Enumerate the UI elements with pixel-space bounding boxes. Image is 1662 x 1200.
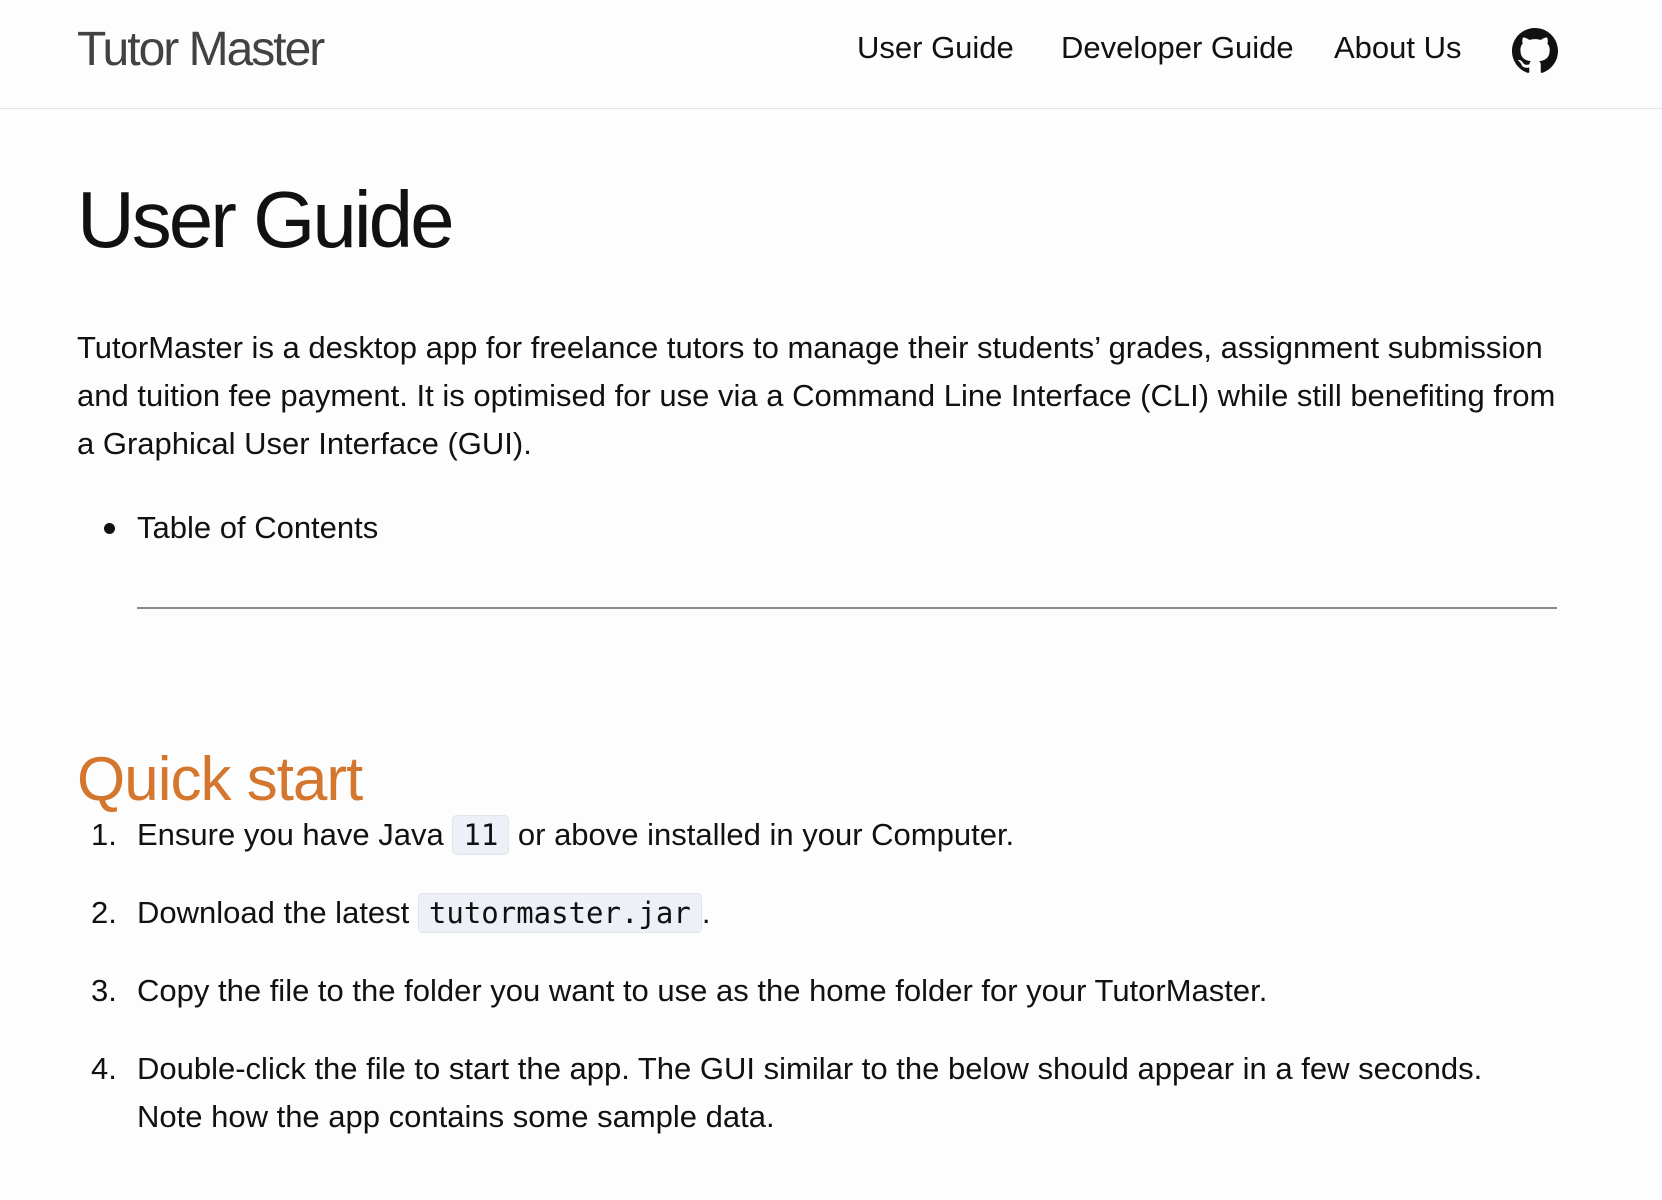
divider	[137, 607, 1557, 609]
step-text: Ensure you have Java 11 or above install…	[137, 811, 1507, 859]
java-version-code: 11	[452, 815, 510, 855]
nav-developer-guide[interactable]: Developer Guide	[1061, 30, 1294, 66]
site-header: Tutor Master User Guide Developer Guide …	[0, 0, 1662, 109]
jar-filename-code: tutormaster.jar	[417, 893, 702, 933]
step-text-before: Ensure you have Java	[137, 817, 453, 852]
bullet-icon	[104, 523, 115, 534]
nav-about-us[interactable]: About Us	[1334, 30, 1462, 66]
toc-link[interactable]: Table of Contents	[137, 510, 378, 545]
step-text: Download the latest tutormaster.jar.	[137, 889, 1507, 937]
step-text-after: .	[701, 895, 711, 930]
step-text-after: or above installed in your Computer.	[509, 817, 1015, 852]
step-number: 1.	[91, 817, 117, 852]
site-title[interactable]: Tutor Master	[77, 22, 325, 77]
step-text-before: Download the latest	[137, 895, 418, 930]
toc-item: Table of Contents	[77, 504, 378, 552]
section-heading-quick-start: Quick start	[77, 745, 363, 814]
step-number: 3.	[91, 973, 117, 1008]
step-number: 4.	[91, 1051, 117, 1086]
step-text: Copy the file to the folder you want to …	[137, 973, 1268, 1008]
nav-user-guide[interactable]: User Guide	[857, 30, 1014, 66]
step-number: 2.	[91, 895, 117, 930]
toc-list: Table of Contents	[77, 504, 378, 552]
page-title: User Guide	[77, 175, 455, 264]
step-text: Double-click the file to start the app. …	[137, 1051, 1483, 1134]
intro-paragraph: TutorMaster is a desktop app for freelan…	[77, 330, 1556, 461]
github-icon[interactable]	[1512, 28, 1558, 74]
